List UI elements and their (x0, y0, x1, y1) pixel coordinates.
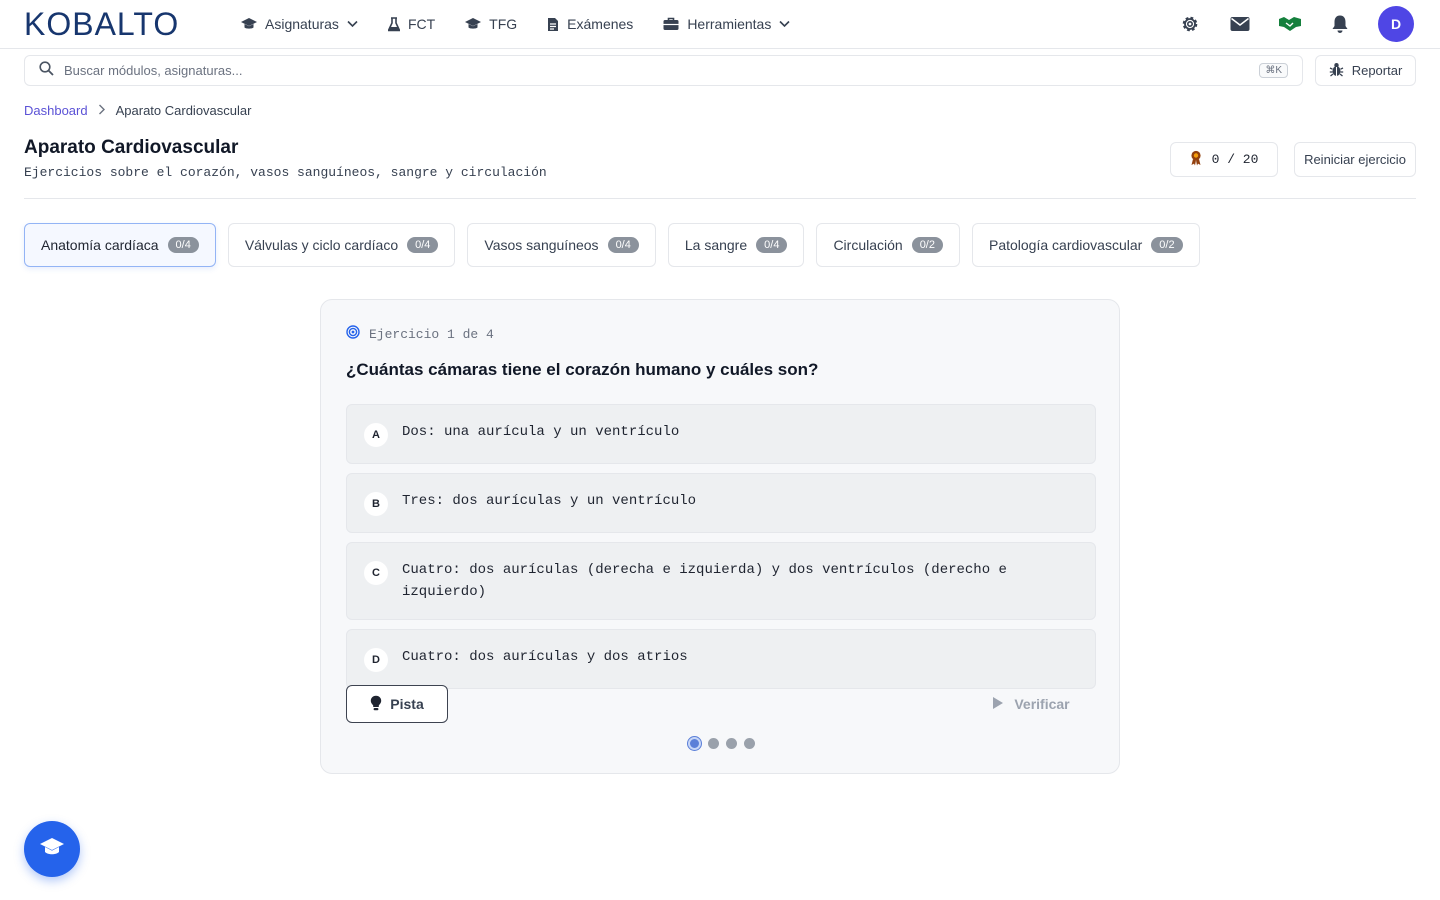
bug-icon (1329, 62, 1344, 80)
main-nav: Asignaturas FCT TFG Exámenes Herramienta… (241, 0, 820, 48)
verify-button[interactable]: Verificar (981, 685, 1081, 723)
tab-patologia-cardiovascular[interactable]: Patología cardiovascular 0/2 (971, 223, 1200, 267)
header-divider (24, 198, 1416, 199)
tab-progress-badge: 0/4 (756, 237, 788, 253)
nav-label: FCT (407, 16, 436, 32)
gear-icon[interactable] (1178, 12, 1202, 36)
tab-circulacion[interactable]: Circulación 0/2 (816, 223, 960, 267)
lightbulb-icon (370, 695, 382, 714)
nav-item-tfg[interactable]: TFG (465, 16, 517, 32)
answer-option-d[interactable]: D Cuatro: dos aurículas y dos atrios (346, 629, 1096, 689)
option-letter: C (364, 561, 388, 585)
tab-label: Válvulas y ciclo cardíaco (244, 237, 399, 253)
option-letter: A (364, 423, 388, 447)
play-icon (992, 696, 1004, 713)
report-label: Reportar (1351, 63, 1403, 78)
graduation-cap-icon (39, 836, 65, 863)
flask-icon (387, 16, 400, 32)
reset-exercise-button[interactable]: Reiniciar ejercicio (1294, 142, 1416, 177)
nav-item-herramientas[interactable]: Herramientas (663, 16, 790, 32)
document-icon (547, 17, 559, 32)
graduation-cap-icon (241, 17, 257, 31)
tab-progress-badge: 0/4 (407, 237, 439, 253)
target-icon (346, 325, 360, 343)
pagination-dot-1[interactable] (687, 737, 701, 750)
breadcrumb-current: Aparato Cardiovascular (115, 103, 252, 118)
chevron-down-icon (779, 20, 790, 28)
report-button[interactable]: Reportar (1315, 55, 1416, 86)
answer-option-b[interactable]: B Tres: dos aurículas y un ventrículo (346, 473, 1096, 533)
tab-progress-badge: 0/4 (167, 237, 199, 253)
nav-actions: D (1152, 0, 1414, 48)
nav-label: Herramientas (687, 16, 772, 32)
option-letter: D (364, 648, 388, 672)
option-text: Tres: dos aurículas y un ventrículo (402, 493, 697, 509)
tab-progress-badge: 0/4 (607, 237, 639, 253)
exercise-counter-text: Ejercicio 1 de 4 (369, 326, 494, 342)
option-text: Dos: una aurícula y un ventrículo (402, 424, 680, 440)
chevron-down-icon (347, 20, 358, 28)
floating-assistant-button[interactable] (24, 821, 80, 877)
exercise-pagination (321, 737, 1121, 750)
nav-item-fct[interactable]: FCT (387, 16, 436, 32)
tab-label: Anatomía cardíaca (41, 237, 159, 253)
tab-la-sangre[interactable]: La sangre 0/4 (667, 223, 805, 267)
nav-label: Exámenes (567, 16, 634, 32)
tab-label: Circulación (833, 237, 903, 253)
mail-icon[interactable] (1228, 12, 1252, 36)
answer-options: A Dos: una aurícula y un ventrículo B Tr… (346, 404, 1096, 698)
tab-label: La sangre (684, 237, 748, 253)
exercise-card: Ejercicio 1 de 4 ¿Cuántas cámaras tiene … (320, 299, 1120, 774)
tab-label: Patología cardiovascular (988, 237, 1143, 253)
option-letter: B (364, 492, 388, 516)
tab-label: Vasos sanguíneos (484, 237, 599, 253)
hint-button[interactable]: Pista (346, 685, 448, 723)
answer-option-a[interactable]: A Dos: una aurícula y un ventrículo (346, 404, 1096, 464)
score-display: 0 / 20 (1170, 142, 1278, 177)
nav-label: Asignaturas (265, 16, 339, 32)
option-text: Cuatro: dos aurículas (derecha e izquier… (402, 562, 1007, 600)
kobalto-logo[interactable]: KOBALTO (24, 7, 210, 41)
tab-progress-badge: 0/2 (1151, 237, 1183, 253)
verify-label: Verificar (1014, 696, 1070, 712)
page-title: Aparato Cardiovascular (24, 137, 239, 158)
breadcrumb: Dashboard Aparato Cardiovascular (24, 103, 251, 118)
handshake-icon[interactable] (1278, 12, 1302, 36)
hint-label: Pista (390, 696, 424, 712)
topic-tabs: Anatomía cardíaca 0/4 Válvulas y ciclo c… (24, 223, 1200, 267)
breadcrumb-home-link[interactable]: Dashboard (24, 103, 88, 118)
exercise-counter: Ejercicio 1 de 4 (346, 325, 494, 343)
page-subtitle: Ejercicios sobre el corazón, vasos sangu… (24, 165, 547, 180)
graduation-cap-icon (465, 17, 482, 31)
search-bar[interactable]: ⌘K (24, 55, 1303, 86)
shortcut-hint: ⌘K (1259, 63, 1288, 78)
top-navbar: KOBALTO Asignaturas FCT TFG Exámenes Her… (0, 0, 1440, 49)
answer-option-c[interactable]: C Cuatro: dos aurículas (derecha e izqui… (346, 542, 1096, 620)
tab-vasos-sanguineos[interactable]: Vasos sanguíneos 0/4 (467, 223, 656, 267)
award-icon (1190, 150, 1202, 170)
pagination-dot-2[interactable] (707, 738, 719, 749)
score-value: 0 / 20 (1211, 152, 1259, 167)
nav-item-asignaturas[interactable]: Asignaturas (241, 16, 358, 32)
question-text: ¿Cuántas cámaras tiene el corazón humano… (346, 360, 819, 379)
search-icon (39, 60, 54, 81)
tab-valvulas-ciclo-cardiaco[interactable]: Válvulas y ciclo cardíaco 0/4 (227, 223, 456, 267)
pagination-dot-3[interactable] (725, 738, 737, 749)
user-avatar[interactable]: D (1378, 6, 1414, 42)
svg-text:KOBALTO: KOBALTO (24, 7, 179, 41)
chevron-right-icon (98, 103, 106, 118)
search-input[interactable] (64, 63, 1260, 78)
tab-anatomia-cardiaca[interactable]: Anatomía cardíaca 0/4 (24, 223, 216, 267)
toolbox-icon (663, 17, 679, 31)
nav-label: TFG (489, 16, 518, 32)
option-text: Cuatro: dos aurículas y dos atrios (402, 649, 688, 665)
pagination-dot-4[interactable] (743, 738, 755, 749)
bell-icon[interactable] (1328, 12, 1352, 36)
nav-item-examenes[interactable]: Exámenes (547, 16, 633, 32)
tab-progress-badge: 0/2 (911, 237, 943, 253)
